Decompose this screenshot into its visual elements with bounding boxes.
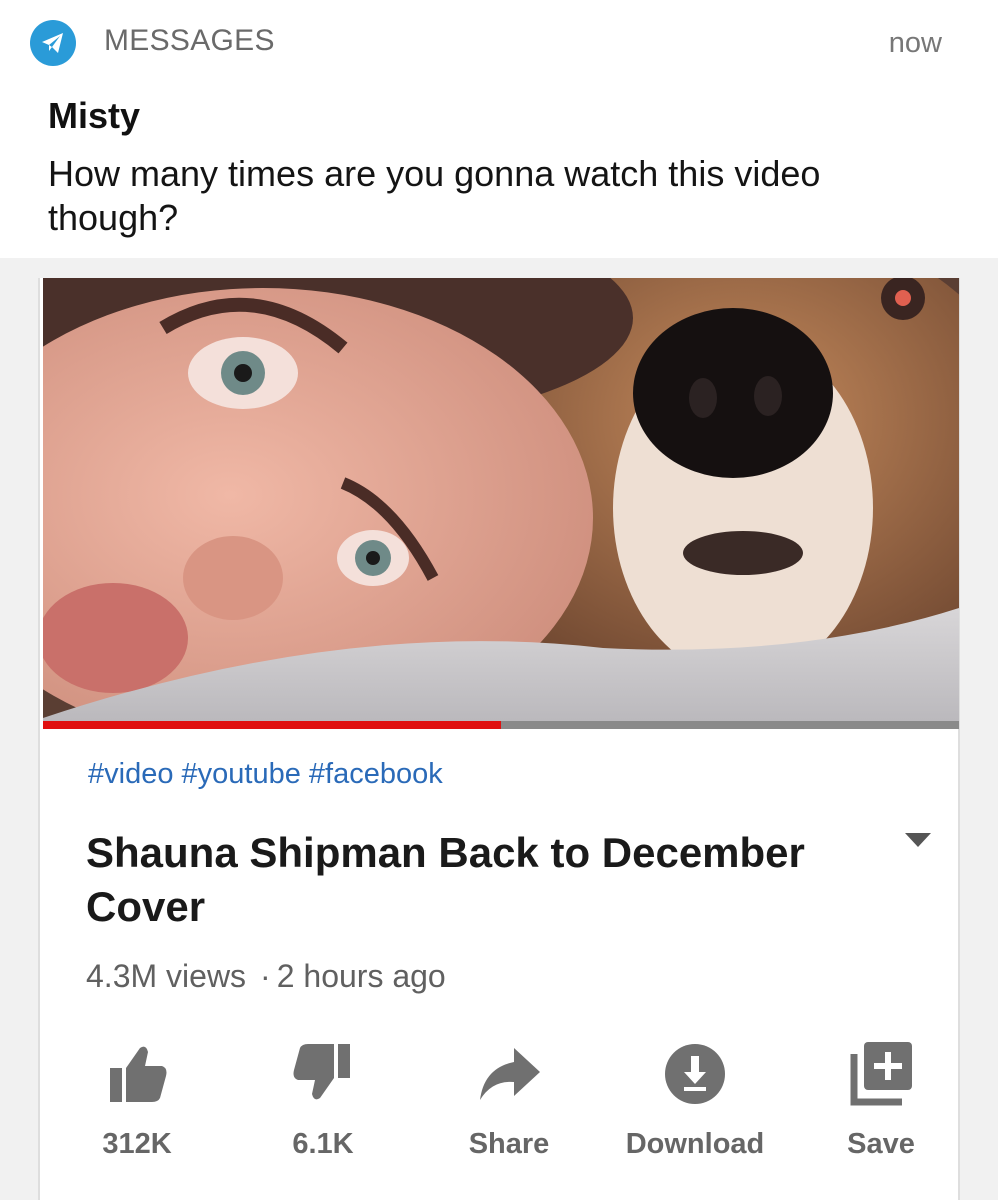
thumbs-up-icon [110, 1046, 167, 1102]
dislike-count: 6.1K [292, 1128, 354, 1160]
share-button[interactable]: Share [424, 1038, 594, 1178]
notification-app-name: MESSAGES [104, 24, 275, 57]
notification-sender: Misty [48, 95, 141, 136]
video-thumbnail[interactable] [43, 278, 959, 728]
message-notification[interactable]: MESSAGES now Misty How many times are yo… [0, 0, 998, 258]
save-button[interactable]: Save [796, 1038, 966, 1178]
video-progress-bar[interactable] [43, 721, 959, 729]
download-button[interactable]: Download [610, 1038, 780, 1178]
download-label: Download [625, 1128, 765, 1160]
chevron-down-icon[interactable] [903, 830, 933, 850]
video-card: #video #youtube #facebook Shauna Shipman… [38, 278, 960, 1200]
share-label: Share [468, 1128, 550, 1160]
share-icon [480, 1048, 540, 1100]
dislike-button[interactable]: 6.1K [238, 1038, 408, 1178]
view-count: 4.3M views [86, 958, 247, 994]
download-icon [665, 1044, 725, 1104]
like-button[interactable]: 312K [52, 1038, 222, 1178]
action-bar: 312K 6.1K Share Download Save [40, 1038, 962, 1178]
thumbs-down-icon [293, 1044, 350, 1100]
upload-age: 2 hours ago [276, 958, 446, 994]
save-icon [850, 1042, 912, 1106]
video-meta: 4.3M views · 2 hours ago [86, 958, 446, 995]
notification-time: now [888, 27, 942, 59]
like-count: 312K [102, 1128, 172, 1160]
meta-separator: · [260, 958, 271, 994]
notification-message: How many times are you gonna watch this … [48, 153, 821, 238]
video-title: Shauna Shipman Back to December Cover [86, 829, 805, 930]
telegram-icon [30, 20, 76, 66]
video-hashtags[interactable]: #video #youtube #facebook [88, 758, 443, 791]
save-label: Save [847, 1128, 915, 1160]
video-progress-fill [43, 721, 501, 729]
